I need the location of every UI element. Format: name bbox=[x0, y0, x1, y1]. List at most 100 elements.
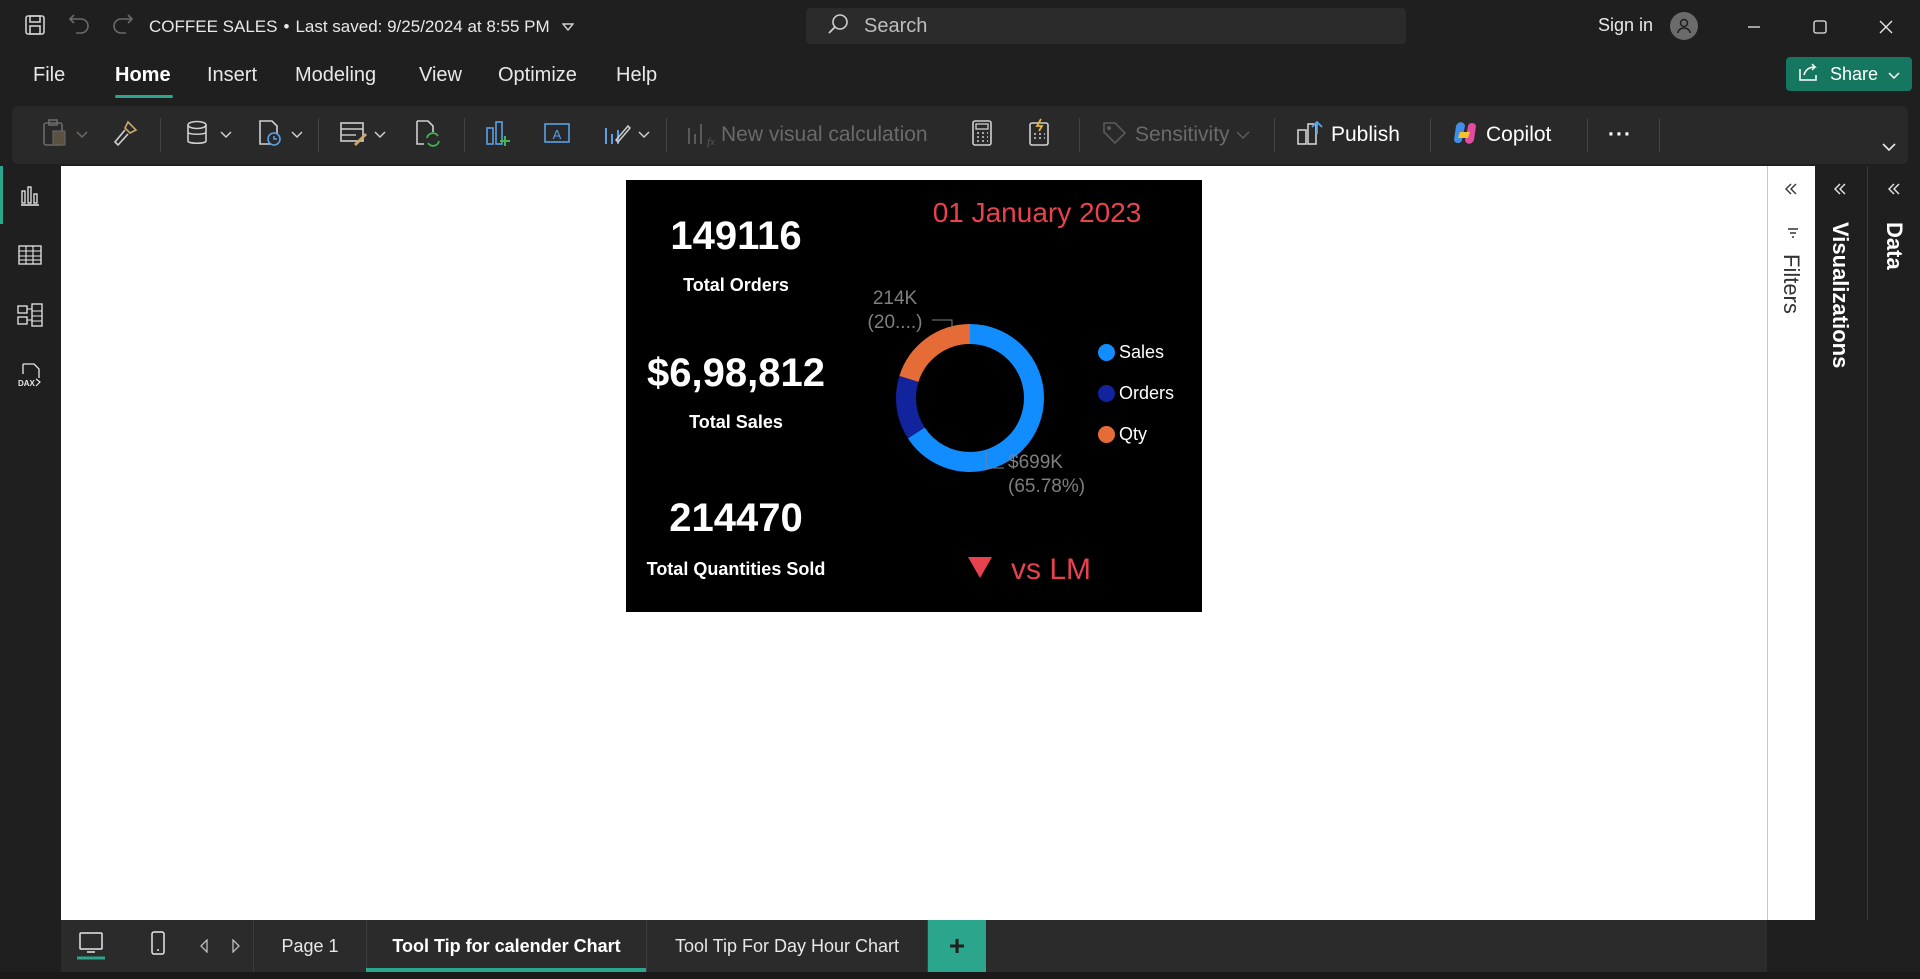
copilot-label: Copilot bbox=[1486, 123, 1552, 146]
paste-button[interactable] bbox=[40, 118, 88, 152]
minimize-icon[interactable] bbox=[1736, 10, 1772, 44]
publish-icon bbox=[1295, 118, 1325, 153]
svg-text:fx: fx bbox=[707, 136, 715, 148]
model-view-icon[interactable] bbox=[15, 300, 45, 330]
new-measure-button[interactable] bbox=[967, 118, 997, 152]
maximize-icon[interactable] bbox=[1802, 10, 1838, 44]
visual-calculation-icon: fx bbox=[685, 118, 715, 153]
new-visual-button[interactable] bbox=[483, 118, 513, 152]
report-view-icon[interactable] bbox=[15, 180, 45, 210]
more-visuals-button[interactable] bbox=[602, 118, 650, 152]
menu-home[interactable]: Home bbox=[115, 64, 171, 87]
undo-icon[interactable] bbox=[66, 12, 92, 38]
close-icon[interactable] bbox=[1868, 10, 1904, 44]
desktop-layout-icon[interactable] bbox=[77, 930, 105, 965]
collapse-filters-icon[interactable] bbox=[1784, 182, 1798, 201]
sales-data-label: $699K (65.78%) bbox=[1008, 451, 1085, 499]
search-placeholder: Search bbox=[864, 14, 928, 37]
legend-qty-dot bbox=[1098, 426, 1115, 443]
document-name: COFFEE SALES bbox=[149, 17, 278, 36]
recent-sources-icon bbox=[255, 118, 285, 153]
tab-page-1[interactable]: Page 1 bbox=[253, 920, 366, 972]
ribbon-divider bbox=[318, 118, 319, 152]
legend-orders-label: Orders bbox=[1119, 383, 1175, 403]
qty-value-label: 214K bbox=[872, 288, 918, 309]
text-box-button[interactable]: A bbox=[542, 118, 572, 152]
total-quantities-label: Total Quantities Sold bbox=[646, 559, 826, 579]
previous-page-icon[interactable] bbox=[199, 938, 209, 958]
legend-sales-dot bbox=[1098, 344, 1115, 361]
visual-edit-icon bbox=[602, 118, 632, 153]
search-box[interactable]: Search bbox=[806, 8, 1406, 44]
menu-optimize[interactable]: Optimize bbox=[498, 64, 577, 87]
visualizations-pane[interactable]: Visualizations bbox=[1815, 166, 1867, 920]
page-tabs-bar: Page 1 Tool Tip for calender Chart Tool … bbox=[61, 920, 1767, 972]
status-strip bbox=[0, 972, 1920, 979]
active-view-indicator bbox=[0, 166, 3, 224]
quick-measure-icon bbox=[1024, 118, 1054, 153]
copilot-icon bbox=[1450, 118, 1480, 153]
table-view-icon[interactable] bbox=[15, 240, 45, 270]
more-options-icon: ··· bbox=[1608, 123, 1632, 146]
database-icon bbox=[184, 118, 214, 153]
total-orders-value: 149116 bbox=[670, 214, 802, 258]
new-visual-calculation-button[interactable]: fx New visual calculation bbox=[685, 118, 928, 152]
vs-lm-label: vs LM bbox=[1011, 553, 1092, 586]
publish-button[interactable]: Publish bbox=[1295, 118, 1400, 152]
recent-sources-button[interactable] bbox=[255, 118, 303, 152]
save-icon[interactable] bbox=[22, 12, 48, 38]
refresh-icon bbox=[412, 118, 442, 153]
menu-insert[interactable]: Insert bbox=[207, 64, 257, 87]
add-page-button[interactable]: + bbox=[928, 920, 986, 972]
legend-item-qty[interactable]: Qty bbox=[1098, 424, 1147, 445]
copilot-button[interactable]: Copilot bbox=[1450, 118, 1551, 152]
more-options-button[interactable]: ··· bbox=[1608, 118, 1632, 152]
chevron-down-icon bbox=[1236, 126, 1250, 144]
legend-item-sales[interactable]: Sales bbox=[1098, 342, 1164, 363]
menu-file[interactable]: File bbox=[33, 64, 65, 87]
new-visual-calculation-label: New visual calculation bbox=[721, 123, 928, 146]
sign-in-link[interactable]: Sign in bbox=[1598, 15, 1653, 36]
menu-bar: File Home Insert Modeling View Optimize … bbox=[0, 55, 1920, 100]
transform-data-button[interactable] bbox=[338, 118, 386, 152]
format-painter-button[interactable] bbox=[110, 118, 140, 152]
chevron-down-icon[interactable] bbox=[561, 17, 575, 37]
menu-view[interactable]: View bbox=[419, 64, 462, 87]
expand-ribbon-button[interactable] bbox=[1882, 130, 1896, 164]
total-orders-label: Total Orders bbox=[683, 275, 789, 295]
data-pane[interactable]: Data bbox=[1867, 166, 1920, 920]
search-icon bbox=[826, 12, 850, 41]
ribbon-divider bbox=[1079, 118, 1080, 152]
avatar-icon[interactable] bbox=[1670, 12, 1698, 40]
next-page-icon[interactable] bbox=[231, 938, 241, 958]
ribbon-divider bbox=[160, 118, 161, 152]
ribbon-divider bbox=[1587, 118, 1588, 152]
menu-help[interactable]: Help bbox=[616, 64, 657, 87]
sensitivity-button[interactable]: Sensitivity bbox=[1099, 118, 1250, 152]
legend-sales-label: Sales bbox=[1119, 342, 1165, 362]
refresh-button[interactable] bbox=[412, 118, 442, 152]
ribbon-divider bbox=[464, 118, 465, 152]
ribbon-divider bbox=[1659, 118, 1660, 152]
qty-data-label: 214K (20....) bbox=[865, 287, 925, 335]
mobile-layout-icon[interactable] bbox=[149, 930, 167, 963]
ribbon-divider bbox=[1274, 118, 1275, 152]
share-icon bbox=[1798, 62, 1820, 87]
get-data-button[interactable] bbox=[184, 118, 232, 152]
title-bar: COFFEE SALES • Last saved: 9/25/2024 at … bbox=[0, 0, 1920, 55]
tab-tool-tip-day-hour-chart[interactable]: Tool Tip For Day Hour Chart bbox=[646, 920, 928, 972]
menu-modeling[interactable]: Modeling bbox=[295, 64, 376, 87]
tooltip-visual-card[interactable]: 149116 Total Orders $6,98,812 Total Sale… bbox=[626, 180, 1202, 612]
collapse-visualizations-icon[interactable] bbox=[1833, 182, 1847, 201]
dax-query-view-icon[interactable]: DAX bbox=[15, 360, 45, 390]
share-button[interactable]: Share bbox=[1786, 57, 1912, 91]
filters-pane[interactable]: Filters bbox=[1767, 166, 1815, 920]
tab-tool-tip-calender-chart[interactable]: Tool Tip for calender Chart bbox=[366, 920, 646, 972]
document-title[interactable]: COFFEE SALES • Last saved: 9/25/2024 at … bbox=[149, 17, 575, 37]
legend-item-orders[interactable]: Orders bbox=[1098, 383, 1174, 404]
sales-pct-label: (65.78%) bbox=[1008, 476, 1086, 497]
redo-icon[interactable] bbox=[110, 12, 136, 38]
quick-measure-button[interactable] bbox=[1024, 118, 1054, 152]
collapse-data-icon[interactable] bbox=[1887, 182, 1901, 201]
total-sales-label: Total Sales bbox=[689, 412, 783, 432]
